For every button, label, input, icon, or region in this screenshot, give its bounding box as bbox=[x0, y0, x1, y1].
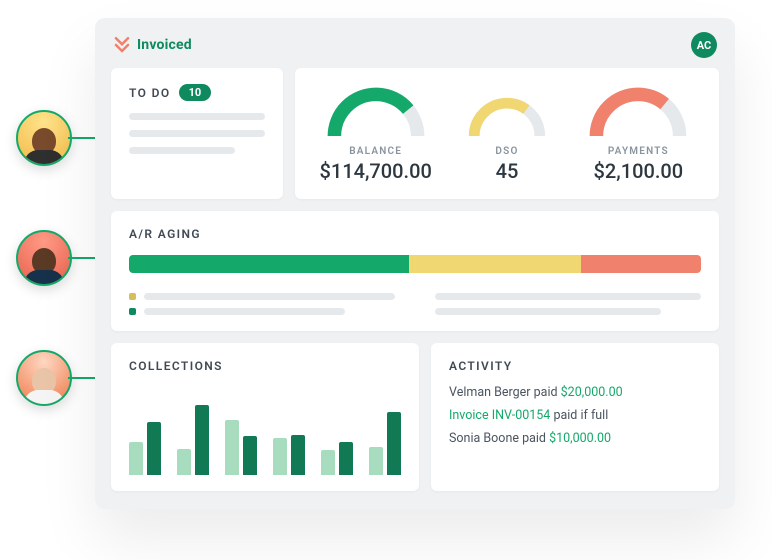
kpi-dso-label: DSO bbox=[495, 146, 518, 157]
kpi-balance-value: $114,700.00 bbox=[319, 159, 431, 183]
collections-chart bbox=[129, 387, 401, 475]
activity-list: Velman Berger paid $20,000.00 Invoice INV… bbox=[449, 385, 701, 446]
todo-title: TO DO bbox=[129, 86, 171, 100]
kpi-dso-value: 45 bbox=[496, 159, 519, 183]
header: Invoiced AC bbox=[111, 32, 719, 68]
kpi-payments-value: $2,100.00 bbox=[594, 159, 684, 183]
activity-item[interactable]: Sonia Boone paid $10,000.00 bbox=[449, 431, 701, 446]
ar-aging-bar bbox=[129, 255, 701, 273]
user-avatar[interactable]: AC bbox=[691, 32, 717, 58]
avatar bbox=[16, 230, 72, 286]
avatar bbox=[16, 350, 72, 406]
kpi-payments-label: PAYMENTS bbox=[608, 146, 669, 157]
activity-title: ACTIVITY bbox=[449, 359, 701, 373]
activity-card[interactable]: ACTIVITY Velman Berger paid $20,000.00 In… bbox=[431, 343, 719, 491]
activity-item[interactable]: Invoice INV-00154 paid if full bbox=[449, 408, 701, 423]
dashboard: Invoiced AC TO DO 10 bbox=[95, 18, 735, 509]
avatar bbox=[16, 110, 72, 166]
kpi-balance[interactable]: BALANCE $114,700.00 bbox=[313, 84, 438, 183]
activity-item[interactable]: Velman Berger paid $20,000.00 bbox=[449, 385, 701, 400]
todo-placeholder-lines bbox=[129, 113, 265, 154]
kpi-card: BALANCE $114,700.00 DSO 45 bbox=[295, 68, 719, 199]
todo-card[interactable]: TO DO 10 bbox=[111, 68, 283, 199]
collections-card[interactable]: COLLECTIONS bbox=[111, 343, 419, 491]
kpi-payments[interactable]: PAYMENTS $2,100.00 bbox=[576, 84, 701, 183]
todo-count-badge: 10 bbox=[179, 84, 212, 101]
ar-aging-title: A/R AGING bbox=[129, 227, 701, 241]
ar-aging-legend bbox=[129, 285, 701, 315]
kpi-balance-label: BALANCE bbox=[349, 146, 402, 157]
brand[interactable]: Invoiced bbox=[113, 36, 192, 54]
brand-name: Invoiced bbox=[137, 37, 192, 53]
kpi-dso[interactable]: DSO 45 bbox=[444, 95, 569, 183]
brand-logo-icon bbox=[113, 36, 131, 54]
ar-aging-card[interactable]: A/R AGING bbox=[111, 211, 719, 331]
collections-title: COLLECTIONS bbox=[129, 359, 401, 373]
profile-floaters bbox=[16, 110, 72, 406]
